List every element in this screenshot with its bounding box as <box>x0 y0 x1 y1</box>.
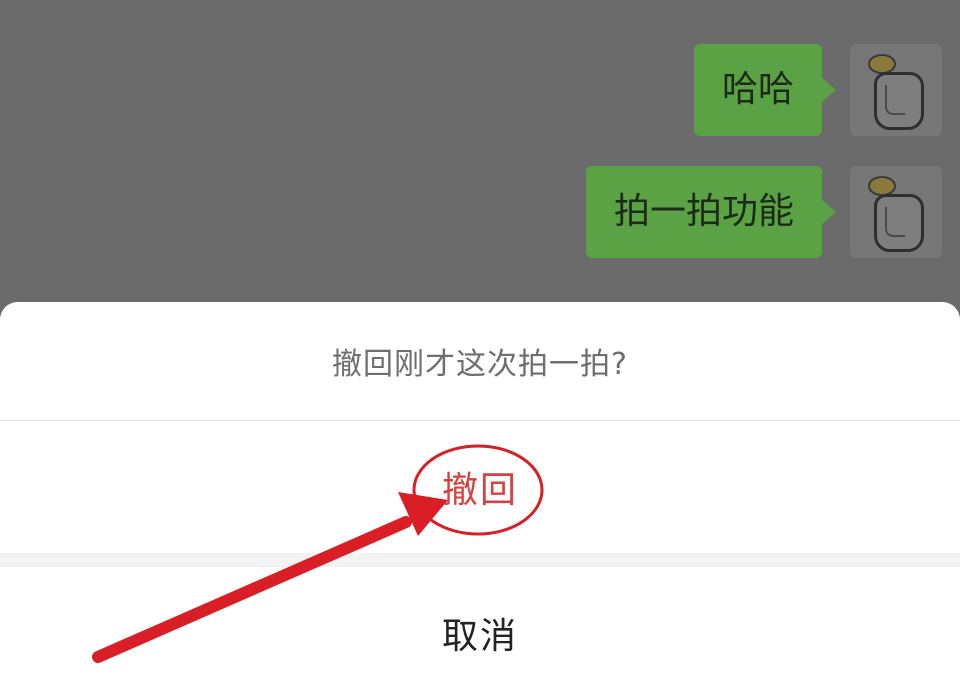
message-row: 拍一拍功能 <box>585 166 942 258</box>
chat-area: 哈哈 拍一拍功能 <box>0 0 960 330</box>
avatar-cup-shape <box>874 194 924 252</box>
message-bubble[interactable]: 拍一拍功能 <box>585 166 837 258</box>
avatar-cup-shape <box>874 72 924 130</box>
avatar-icon[interactable] <box>850 166 942 258</box>
avatar-icon[interactable] <box>850 44 942 136</box>
action-sheet-header: 撤回刚才这次拍一拍? <box>0 302 960 421</box>
action-sheet-title: 撤回刚才这次拍一拍? <box>332 347 628 382</box>
action-sheet: 撤回刚才这次拍一拍? 撤回 取消 <box>0 302 960 698</box>
avatar-ball-shape <box>868 176 896 196</box>
cancel-button[interactable]: 取消 <box>0 567 960 698</box>
message-bubble[interactable]: 哈哈 <box>693 44 837 136</box>
revoke-button[interactable]: 撤回 <box>0 421 960 553</box>
message-row: 哈哈 <box>693 44 942 136</box>
cancel-button-label: 取消 <box>441 615 518 657</box>
avatar-ball-shape <box>868 54 896 74</box>
revoke-button-label: 撤回 <box>441 470 518 511</box>
